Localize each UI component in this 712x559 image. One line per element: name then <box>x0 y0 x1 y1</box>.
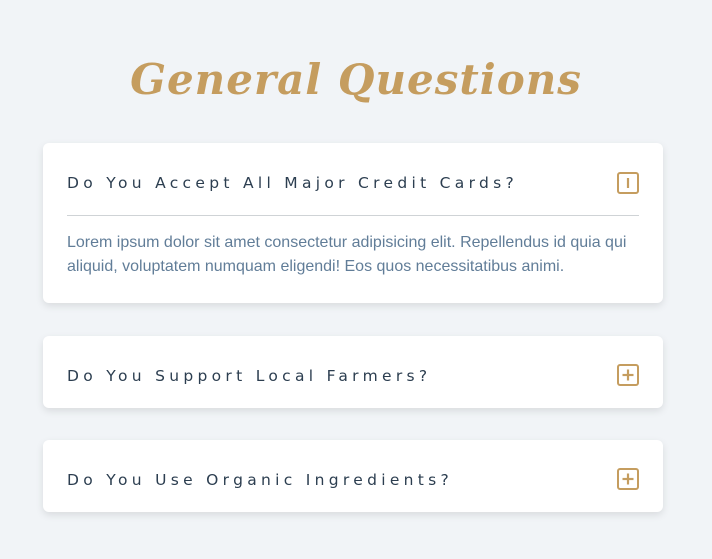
collapse-button[interactable] <box>617 172 639 194</box>
question-header[interactable]: Do You Use Organic Ingredients? <box>43 440 663 512</box>
divider <box>67 215 639 216</box>
faq-item-organic-ingredients: Do You Use Organic Ingredients? <box>43 440 663 512</box>
expand-button[interactable] <box>617 468 639 490</box>
faq-item-credit-cards: Do You Accept All Major Credit Cards? Lo… <box>43 143 663 303</box>
expand-button[interactable] <box>617 364 639 386</box>
question-header[interactable]: Do You Accept All Major Credit Cards? <box>43 143 663 215</box>
plus-square-icon <box>622 473 634 485</box>
answer-text: Lorem ipsum dolor sit amet consectetur a… <box>67 234 627 275</box>
question-text: Do You Use Organic Ingredients? <box>67 471 454 489</box>
question-header[interactable]: Do You Support Local Farmers? <box>43 336 663 408</box>
page-title: General Questions <box>130 55 582 105</box>
faq-item-local-farmers: Do You Support Local Farmers? <box>43 336 663 408</box>
minus-square-icon <box>626 178 630 188</box>
plus-square-icon <box>622 369 634 381</box>
question-text: Do You Accept All Major Credit Cards? <box>67 174 519 192</box>
question-text: Do You Support Local Farmers? <box>67 367 432 385</box>
